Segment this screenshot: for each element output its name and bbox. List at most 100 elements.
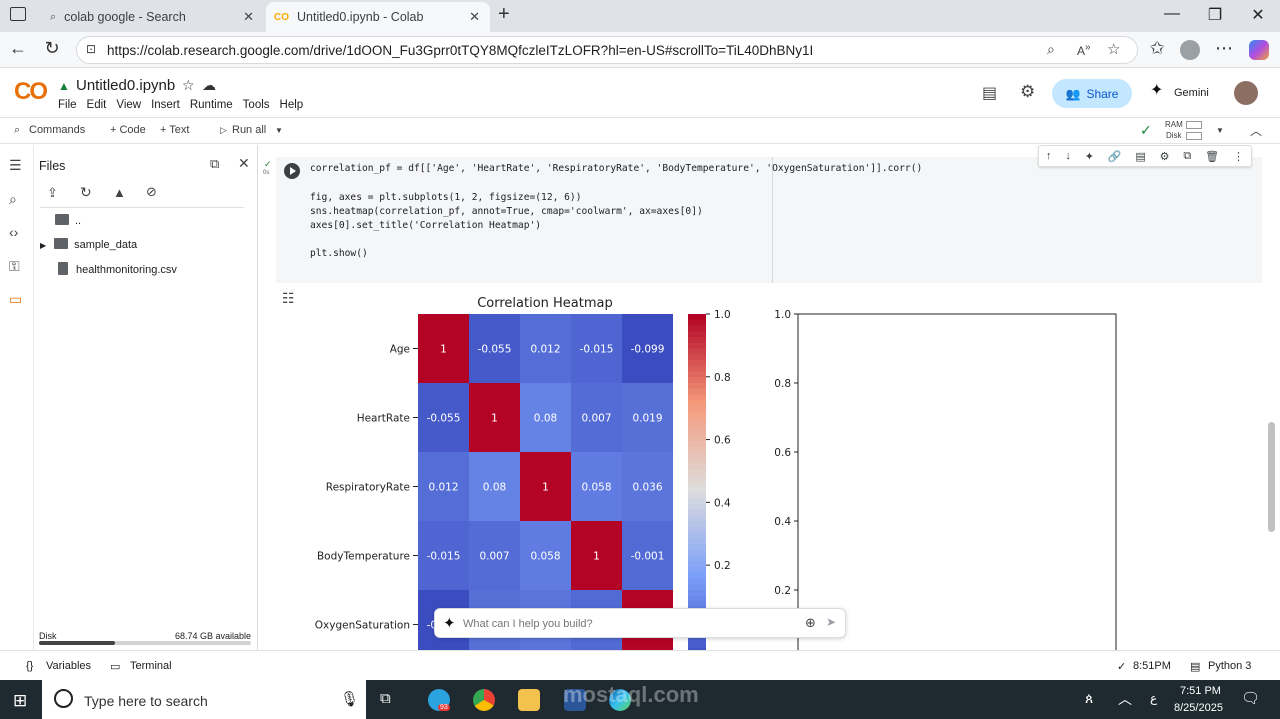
more-options-icon[interactable]: ⋯ (1212, 38, 1236, 59)
user-avatar[interactable] (1234, 81, 1258, 105)
gemini-button[interactable]: Gemini (1174, 87, 1209, 99)
more-vert-icon[interactable]: ⋮ (1233, 150, 1244, 163)
runtime-label[interactable]: Python 3 (1208, 660, 1251, 672)
tab-actions-icon[interactable] (10, 7, 26, 21)
collapse-chevron-icon[interactable]: ︿ (1250, 122, 1262, 139)
tray-chevron-icon[interactable]: ︿ (1118, 689, 1132, 709)
run-all-button[interactable]: Run all (232, 124, 266, 136)
maximize-icon[interactable]: ❐ (1200, 5, 1230, 25)
favorite-star-icon[interactable]: ☆ (1107, 40, 1120, 58)
favorites-icon[interactable]: ✩ (1145, 38, 1169, 59)
code-line[interactable]: fig, axes = plt.subplots(1, 2, figsize=(… (310, 192, 581, 203)
move-up-icon[interactable]: ↑ (1046, 150, 1052, 162)
read-aloud-icon[interactable]: A» (1077, 42, 1091, 58)
comment-icon[interactable]: ▤ (1135, 150, 1145, 163)
files-folder-icon[interactable]: ▭ (9, 291, 22, 308)
run-all-dropdown-icon[interactable]: ▼ (275, 126, 283, 135)
disk-meter[interactable] (1186, 132, 1202, 140)
mount-drive-icon[interactable]: ▲ (113, 185, 126, 200)
upload-icon[interactable]: ⇪ (47, 185, 58, 201)
zoom-icon[interactable]: ⌕ (1047, 41, 1055, 58)
open-in-tab-icon[interactable]: ⧉ (210, 156, 219, 172)
taskbar-search[interactable]: Type here to search 🎙 (42, 680, 366, 719)
menu-help[interactable]: Help (280, 99, 304, 111)
people-icon[interactable]: ጰ (1085, 690, 1093, 707)
new-tab-icon[interactable]: + (498, 3, 510, 26)
link-icon[interactable]: 🔗 (1108, 150, 1122, 163)
delete-icon[interactable]: 🗑 (1205, 150, 1219, 163)
hide-files-icon[interactable]: ⊘ (146, 184, 157, 200)
add-code-button[interactable]: + Code (110, 124, 146, 136)
code-line[interactable]: sns.heatmap(correlation_pf, annot=True, … (310, 206, 703, 217)
file-row-healthmonitoring[interactable]: healthmonitoring.csv (58, 262, 177, 276)
reload-icon[interactable]: ↻ (40, 38, 64, 59)
menu-file[interactable]: File (58, 99, 77, 111)
minimize-icon[interactable]: — (1157, 5, 1187, 23)
add-text-button[interactable]: + Text (160, 124, 189, 136)
back-arrow-icon[interactable]: ← (6, 38, 30, 59)
menu-insert[interactable]: Insert (151, 99, 180, 111)
refresh-icon[interactable]: ↻ (80, 184, 92, 201)
url-text: https://colab.research.google.com/drive/… (107, 43, 814, 58)
send-icon[interactable]: ➤ (826, 615, 836, 629)
taskbar-clock-date[interactable]: 8/25/2025 (1174, 702, 1223, 714)
move-down-icon[interactable]: ↓ (1065, 150, 1071, 162)
add-attachment-icon[interactable]: ⊕ (805, 615, 816, 631)
colab-logo[interactable]: CO (14, 78, 48, 106)
share-button[interactable]: 👥 Share (1052, 79, 1132, 108)
table-of-contents-icon[interactable]: ☰ (9, 157, 22, 174)
code-line[interactable]: plt.show() (310, 248, 368, 259)
gemini-prompt-bar[interactable]: ✦ ⊕ ➤ (434, 608, 846, 638)
window-close-icon[interactable]: ✕ (1243, 5, 1273, 25)
ram-meter[interactable] (1186, 121, 1202, 129)
code-line[interactable]: axes[0].set_title('Correlation Heatmap') (310, 220, 541, 231)
menu-tools[interactable]: Tools (243, 99, 270, 111)
gemini-sparkle-icon[interactable]: ✦ (1150, 80, 1163, 100)
close-icon[interactable]: ✕ (469, 9, 480, 25)
variables-icon: {} (26, 660, 34, 672)
close-panel-icon[interactable]: ✕ (238, 155, 250, 172)
file-row-sample-data[interactable]: ▶ sample_data (40, 238, 137, 251)
site-info-icon[interactable]: ⊡ (86, 42, 96, 56)
cell-settings-icon[interactable]: ⚙ (1160, 150, 1170, 163)
close-icon[interactable]: ✕ (243, 9, 254, 25)
tab-colab-notebook[interactable]: CO Untitled0.ipynb - Colab ✕ (266, 2, 490, 32)
resources-dropdown-icon[interactable]: ▼ (1216, 126, 1224, 135)
star-icon[interactable]: ☆ (182, 77, 195, 94)
url-field[interactable]: ⊡ https://colab.research.google.com/driv… (76, 36, 1138, 64)
last-run-time[interactable]: 8:51PM (1133, 660, 1171, 672)
disk-usage-bar (39, 641, 251, 645)
expand-chevron-icon[interactable]: ▶ (40, 241, 46, 250)
mirror-cell-icon[interactable]: ⧉ (1183, 150, 1191, 163)
commands-button[interactable]: Commands (29, 124, 85, 136)
gemini-sparkle-icon[interactable]: ✦ (1085, 150, 1094, 163)
chrome-app-icon[interactable] (473, 689, 495, 711)
copilot-icon[interactable] (1249, 40, 1269, 60)
find-replace-icon[interactable]: ⌕ (9, 191, 17, 208)
input-language-icon[interactable]: ع (1150, 691, 1157, 705)
run-cell-button[interactable] (284, 163, 300, 179)
settings-gear-icon[interactable]: ⚙ (1020, 82, 1035, 102)
menu-view[interactable]: View (116, 99, 141, 111)
notebook-scrollbar[interactable] (1268, 422, 1275, 532)
notifications-icon[interactable]: 🗨 (1241, 689, 1260, 707)
windows-start-icon[interactable]: ⊞ (13, 691, 27, 711)
file-explorer-icon[interactable] (518, 689, 540, 711)
code-cell[interactable]: correlation_pf = df[['Age', 'HeartRate',… (276, 157, 1262, 283)
terminal-button[interactable]: Terminal (130, 660, 172, 672)
tab-colab-search[interactable]: ⌕ colab google - Search ✕ (40, 2, 264, 32)
comments-icon[interactable]: ▤ (982, 83, 997, 103)
menu-runtime[interactable]: Runtime (190, 99, 233, 111)
code-snippets-icon[interactable]: ‹› (9, 224, 18, 240)
notebook-title[interactable]: Untitled0.ipynb (76, 77, 175, 94)
task-view-icon[interactable]: ⧉ (380, 690, 391, 707)
taskbar-clock-time[interactable]: 7:51 PM (1180, 685, 1221, 697)
variables-button[interactable]: Variables (46, 660, 91, 672)
profile-avatar-icon[interactable] (1180, 40, 1200, 60)
code-line[interactable]: correlation_pf = df[['Age', 'HeartRate',… (310, 163, 922, 174)
secrets-key-icon[interactable]: ⚿ (9, 258, 20, 275)
gemini-prompt-input[interactable] (463, 615, 803, 633)
menu-edit[interactable]: Edit (87, 99, 107, 111)
file-row-parent[interactable]: .. (55, 214, 81, 227)
microphone-icon[interactable]: 🎙 (340, 690, 359, 708)
